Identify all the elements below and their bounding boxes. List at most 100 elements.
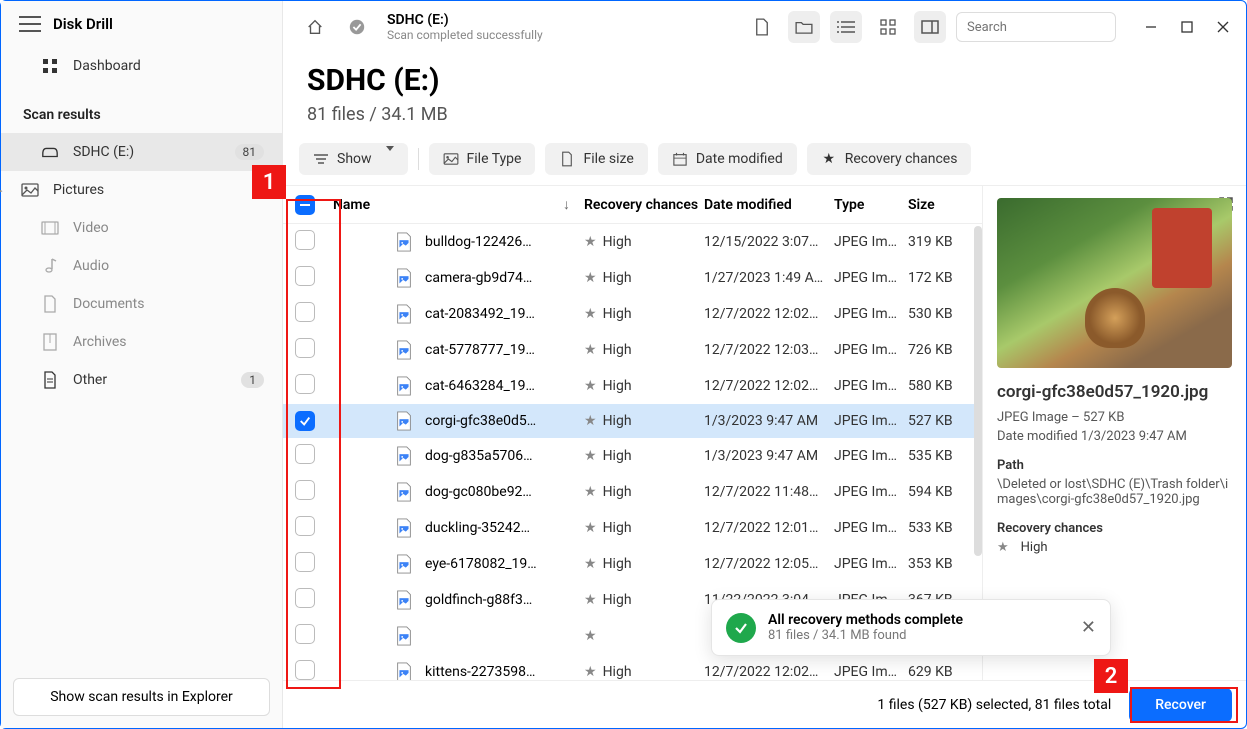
row-checkbox[interactable] <box>295 374 315 394</box>
row-checkbox[interactable] <box>295 624 315 644</box>
row-date: 1/3/2023 9:47 AM <box>704 413 834 429</box>
minimize-button[interactable] <box>1144 20 1158 34</box>
table-row[interactable]: dog-g835a5706… ★High 1/3/2023 9:47 AM JP… <box>283 438 982 474</box>
row-date: 12/7/2022 12:02… <box>704 378 834 394</box>
row-date: 1/27/2023 1:49 A… <box>704 270 834 286</box>
col-name-header[interactable]: Name ↓ <box>323 196 584 213</box>
row-checkbox[interactable] <box>295 411 315 431</box>
sidebar-top: Disk Drill <box>1 1 282 47</box>
jpeg-file-icon <box>393 589 415 611</box>
table-row[interactable]: cat-6463284_19… ★High 12/7/2022 12:02… J… <box>283 368 982 404</box>
menu-icon[interactable] <box>19 16 41 32</box>
list-view-icon[interactable] <box>830 11 862 43</box>
row-size: 580 KB <box>908 378 982 394</box>
filter-recovery-chances[interactable]: ★ Recovery chances <box>807 143 972 175</box>
panel-view-icon[interactable] <box>914 11 946 43</box>
sidebar-item-archives[interactable]: Archives <box>1 323 282 361</box>
table-row[interactable]: eye-6178082_19… ★High 12/7/2022 12:05… J… <box>283 546 982 582</box>
select-all-checkbox[interactable] <box>295 195 315 215</box>
row-checkbox[interactable] <box>295 444 315 464</box>
row-checkbox[interactable] <box>295 338 315 358</box>
row-chance: High <box>603 448 632 464</box>
filter-toolbar: Show File Type File size Date modified ★… <box>283 137 1246 185</box>
jpeg-file-icon <box>393 339 415 361</box>
row-type: JPEG Im… <box>834 378 908 394</box>
row-size: 172 KB <box>908 270 982 286</box>
sidebar-item-pictures[interactable]: ▸ Pictures <box>1 171 282 209</box>
grid-view-icon[interactable] <box>872 11 904 43</box>
row-checkbox[interactable] <box>295 230 315 250</box>
scrollbar[interactable] <box>974 226 982 556</box>
preview-chances-label: Recovery chances <box>997 521 1232 536</box>
close-button[interactable] <box>1216 20 1230 34</box>
jpeg-file-icon <box>393 481 415 503</box>
show-in-explorer-button[interactable]: Show scan results in Explorer <box>13 678 270 716</box>
row-checkbox[interactable] <box>295 516 315 536</box>
table-row[interactable]: corgi-gfc38e0d5… ★High 1/3/2023 9:47 AM … <box>283 404 982 438</box>
row-checkbox[interactable] <box>295 480 315 500</box>
row-size: 533 KB <box>908 520 982 536</box>
filter-file-type[interactable]: File Type <box>429 143 536 175</box>
file-icon-btn[interactable] <box>746 11 778 43</box>
jpeg-file-icon <box>393 375 415 397</box>
sidebar-other-label: Other <box>73 372 227 388</box>
image-icon <box>21 181 39 199</box>
col-type-header[interactable]: Type <box>834 197 908 213</box>
row-checkbox[interactable] <box>295 302 315 322</box>
row-checkbox[interactable] <box>295 660 315 680</box>
sidebar-audio-label: Audio <box>73 258 264 274</box>
row-type: JPEG Im… <box>834 520 908 536</box>
sidebar-sdhc-badge: 81 <box>235 144 265 160</box>
table-row[interactable]: kittens-2273598… ★High 12/7/2022 12:02… … <box>283 654 982 680</box>
jpeg-file-icon <box>393 267 415 289</box>
home-icon[interactable] <box>299 11 331 43</box>
nav-dashboard[interactable]: Dashboard <box>1 47 282 85</box>
col-recovery-header[interactable]: Recovery chances <box>584 197 704 213</box>
table-row[interactable]: dog-gc080be92… ★High 12/7/2022 11:48… JP… <box>283 474 982 510</box>
image-icon <box>443 151 459 167</box>
folder-icon-btn[interactable] <box>788 11 820 43</box>
row-checkbox[interactable] <box>295 552 315 572</box>
toast-close-icon[interactable]: ✕ <box>1081 617 1096 638</box>
maximize-button[interactable] <box>1180 20 1194 34</box>
sidebar: Disk Drill Dashboard Scan results SDHC (… <box>1 1 283 728</box>
row-checkbox[interactable] <box>295 588 315 608</box>
row-chance: High <box>603 556 632 572</box>
topbar-subtitle: Scan completed successfully <box>387 28 543 42</box>
row-date: 12/15/2022 3:07… <box>704 234 834 250</box>
filter-date-modified[interactable]: Date modified <box>658 143 797 175</box>
recover-button[interactable]: Recover <box>1129 688 1232 722</box>
filter-file-size[interactable]: File size <box>545 143 647 175</box>
table-row[interactable]: cat-2083492_19… ★High 12/7/2022 12:02… J… <box>283 296 982 332</box>
row-type: JPEG Im… <box>834 484 908 500</box>
row-date: 1/3/2023 9:47 AM <box>704 448 834 464</box>
star-icon: ★ <box>584 306 597 322</box>
row-checkbox[interactable] <box>295 266 315 286</box>
star-icon: ★ <box>584 378 597 394</box>
col-date-header[interactable]: Date modified <box>704 197 834 213</box>
show-dropdown[interactable]: Show <box>299 143 408 175</box>
table-row[interactable]: cat-5778777_19… ★High 12/7/2022 12:03… J… <box>283 332 982 368</box>
row-filename: duckling-35242… <box>425 520 530 536</box>
search-input[interactable] <box>967 20 1133 35</box>
table-row[interactable]: bulldog-122426… ★High 12/15/2022 3:07… J… <box>283 224 982 260</box>
row-date: 12/7/2022 12:05… <box>704 556 834 572</box>
page-subtitle: 81 files / 34.1 MB <box>307 104 1222 125</box>
table-row[interactable]: camera-gb9d74… ★High 1/27/2023 1:49 A… J… <box>283 260 982 296</box>
chevron-right-icon[interactable]: ▸ <box>0 184 7 197</box>
preview-image <box>997 198 1232 368</box>
row-filename: camera-gb9d74… <box>425 270 532 286</box>
sidebar-item-sdhc[interactable]: SDHC (E:) 81 <box>1 133 282 171</box>
search-box[interactable] <box>956 12 1116 42</box>
star-icon: ★ <box>584 484 597 500</box>
star-icon: ★ <box>584 520 597 536</box>
sidebar-item-audio[interactable]: Audio <box>1 247 282 285</box>
sidebar-item-other[interactable]: Other 1 <box>1 361 282 399</box>
preview-path-label: Path <box>997 458 1232 473</box>
sidebar-item-documents[interactable]: Documents <box>1 285 282 323</box>
nav-dashboard-label: Dashboard <box>73 58 264 74</box>
row-type: JPEG Im… <box>834 448 908 464</box>
sidebar-item-video[interactable]: Video <box>1 209 282 247</box>
col-size-header[interactable]: Size <box>908 197 982 213</box>
table-row[interactable]: duckling-35242… ★High 12/7/2022 12:01… J… <box>283 510 982 546</box>
